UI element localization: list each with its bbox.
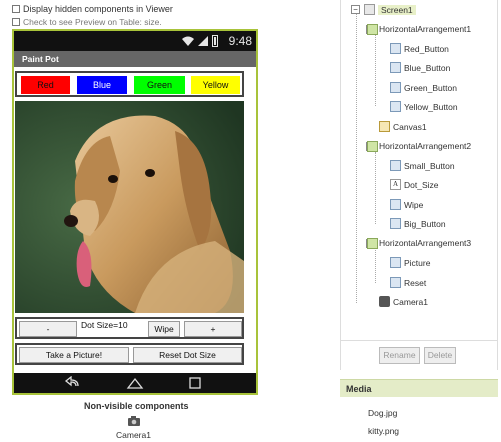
- tree-node-dot-size[interactable]: A Dot_Size: [390, 179, 439, 190]
- tree-node-picture[interactable]: Picture: [390, 257, 430, 268]
- back-icon: [64, 376, 79, 387]
- tree-node-canvas1[interactable]: Canvas1: [379, 121, 427, 132]
- button-icon: [390, 199, 401, 210]
- horizontal-arrangement-icon: [367, 140, 378, 152]
- wipe-button[interactable]: Wipe: [148, 321, 180, 337]
- camera-label: Camera1: [116, 430, 151, 440]
- horizontal-arrangement-1[interactable]: Red Blue Green Yellow: [15, 71, 244, 97]
- tree-node-big-button[interactable]: Big_Button: [390, 218, 446, 229]
- small-button[interactable]: -: [19, 321, 77, 337]
- horizontal-arrangement-3[interactable]: Take a Picture! Reset Dot Size: [15, 343, 244, 365]
- home-icon: [126, 377, 144, 389]
- tree-node-small-button[interactable]: Small_Button: [390, 160, 455, 171]
- tree-node-green-button[interactable]: Green_Button: [390, 82, 457, 93]
- recent-apps-icon: [189, 377, 201, 389]
- dog-photo: [15, 101, 244, 313]
- button-icon: [390, 257, 401, 268]
- delete-button[interactable]: Delete: [424, 347, 456, 364]
- tree-node-harr1[interactable]: − HorizontalArrangement1: [366, 23, 471, 35]
- display-hidden-checkbox[interactable]: [12, 5, 20, 13]
- preview-checkbox[interactable]: [12, 18, 20, 26]
- preview-label: Check to see Preview on Table: size.: [23, 17, 162, 27]
- tree-node-blue-button[interactable]: Blue_Button: [390, 62, 450, 73]
- canvas-icon: [379, 121, 390, 132]
- tree-node-camera1[interactable]: Camera1: [379, 296, 428, 307]
- label-icon: A: [390, 179, 401, 190]
- screen-icon: [364, 4, 375, 15]
- tree-connector: [356, 13, 357, 303]
- reset-dot-size-button[interactable]: Reset Dot Size: [133, 347, 242, 363]
- tree-node-reset[interactable]: Reset: [390, 277, 426, 288]
- red-button[interactable]: Red: [21, 76, 70, 94]
- tree-node-harr3[interactable]: − HorizontalArrangement3: [366, 237, 471, 249]
- big-button[interactable]: +: [184, 321, 242, 337]
- button-icon: [390, 82, 401, 93]
- canvas-dog-image[interactable]: [15, 101, 244, 313]
- button-icon: [390, 160, 401, 171]
- horizontal-arrangement-icon: [367, 23, 378, 35]
- button-icon: [390, 62, 401, 73]
- nonvisible-components-label: Non-visible components: [84, 401, 189, 411]
- tree-connector: [375, 34, 376, 106]
- battery-icon: [212, 35, 218, 47]
- green-button[interactable]: Green: [134, 76, 185, 94]
- media-item[interactable]: kitty.png: [368, 426, 399, 436]
- media-item[interactable]: Dog.jpg: [368, 408, 397, 418]
- yellow-button[interactable]: Yellow: [191, 76, 240, 94]
- button-icon: [390, 277, 401, 288]
- camera-icon: [379, 296, 390, 307]
- tree-node-yellow-button[interactable]: Yellow_Button: [390, 101, 458, 112]
- dot-size-label: Dot Size=10: [81, 320, 128, 330]
- tree-connector: [375, 250, 376, 283]
- app-title: Paint Pot: [14, 51, 256, 67]
- button-icon: [390, 101, 401, 112]
- tree-connector: [375, 152, 376, 224]
- horizontal-arrangement-2[interactable]: - Dot Size=10 Wipe +: [15, 317, 244, 339]
- button-icon: [390, 218, 401, 229]
- collapse-toggle[interactable]: −: [351, 5, 360, 14]
- blue-button[interactable]: Blue: [77, 76, 127, 94]
- status-time: 9:48: [228, 34, 252, 48]
- signal-icon: [198, 36, 208, 46]
- camera-icon[interactable]: [128, 416, 140, 426]
- media-header: Media: [340, 379, 498, 397]
- tree-node-screen1[interactable]: − Screen1: [351, 4, 416, 15]
- phone-preview: 9:48 Paint Pot Red Blue Green Yellow - D…: [12, 29, 258, 395]
- tree-actions: Rename Delete: [340, 340, 498, 372]
- horizontal-arrangement-icon: [367, 237, 378, 249]
- status-bar: 9:48: [14, 31, 256, 51]
- take-picture-button[interactable]: Take a Picture!: [19, 347, 129, 363]
- preview-checkbox-row[interactable]: Check to see Preview on Table: size.: [12, 17, 162, 27]
- android-nav-bar: [14, 373, 256, 393]
- rename-button[interactable]: Rename: [379, 347, 420, 364]
- button-icon: [390, 43, 401, 54]
- display-hidden-checkbox-row[interactable]: Display hidden components in Viewer: [12, 4, 173, 14]
- wifi-icon: [182, 36, 194, 46]
- tree-node-wipe[interactable]: Wipe: [390, 199, 423, 210]
- tree-node-harr2[interactable]: − HorizontalArrangement2: [366, 140, 471, 152]
- display-hidden-label: Display hidden components in Viewer: [23, 4, 173, 14]
- tree-node-red-button[interactable]: Red_Button: [390, 43, 449, 54]
